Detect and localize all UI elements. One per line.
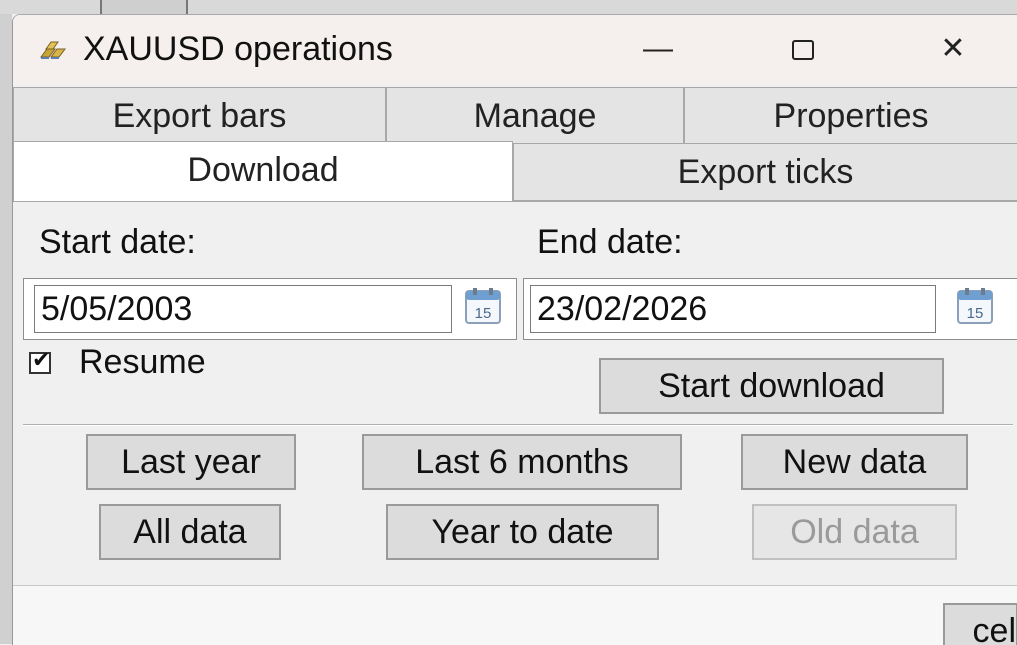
operations-dialog: XAUUSD operations — ✕ Export bars Manage… xyxy=(12,14,1017,645)
tab-properties[interactable]: Properties xyxy=(684,87,1017,145)
resume-checkbox[interactable]: ✔ xyxy=(29,348,51,374)
checkmark-icon: ✔ xyxy=(32,347,51,372)
download-panel: Start date: End date: 15 15 ✔ xyxy=(13,201,1017,645)
title-bar[interactable]: XAUUSD operations — ✕ xyxy=(13,15,1017,85)
tab-manage[interactable]: Manage xyxy=(386,87,684,145)
year-to-date-button[interactable]: Year to date xyxy=(386,504,659,560)
tab-download[interactable]: Download xyxy=(13,141,513,201)
last-year-button[interactable]: Last year xyxy=(86,434,296,490)
end-date-field[interactable] xyxy=(530,285,936,333)
last-6-months-button[interactable]: Last 6 months xyxy=(362,434,682,490)
start-date-field[interactable] xyxy=(34,285,452,333)
window-title: XAUUSD operations xyxy=(83,30,393,68)
background-window-control xyxy=(142,0,188,14)
end-date-picker: 15 xyxy=(523,278,1017,340)
footer-bar xyxy=(13,585,1017,645)
background-window-edge xyxy=(0,14,12,644)
calendar-icon[interactable]: 15 xyxy=(956,287,994,325)
tab-export-bars[interactable]: Export bars xyxy=(13,87,386,145)
cancel-button[interactable]: cel xyxy=(943,603,1017,645)
gold-bars-icon xyxy=(40,41,66,59)
resume-label[interactable]: Resume xyxy=(79,342,206,382)
divider xyxy=(23,424,1013,426)
tab-export-ticks[interactable]: Export ticks xyxy=(513,143,1017,201)
maximize-button[interactable] xyxy=(768,27,838,71)
new-data-button[interactable]: New data xyxy=(741,434,968,490)
all-data-button[interactable]: All data xyxy=(99,504,281,560)
calendar-icon[interactable]: 15 xyxy=(464,287,502,325)
background-window-control xyxy=(100,0,144,14)
start-download-button[interactable]: Start download xyxy=(599,358,944,414)
start-date-picker: 15 xyxy=(23,278,517,340)
calendar-day-number: 15 xyxy=(967,305,984,322)
maximize-icon xyxy=(792,40,814,61)
end-date-label: End date: xyxy=(537,223,683,261)
old-data-button: Old data xyxy=(752,504,957,560)
close-button[interactable]: ✕ xyxy=(918,27,988,71)
calendar-day-number: 15 xyxy=(475,305,492,322)
start-date-label: Start date: xyxy=(39,223,196,261)
minimize-button[interactable]: — xyxy=(623,27,693,71)
